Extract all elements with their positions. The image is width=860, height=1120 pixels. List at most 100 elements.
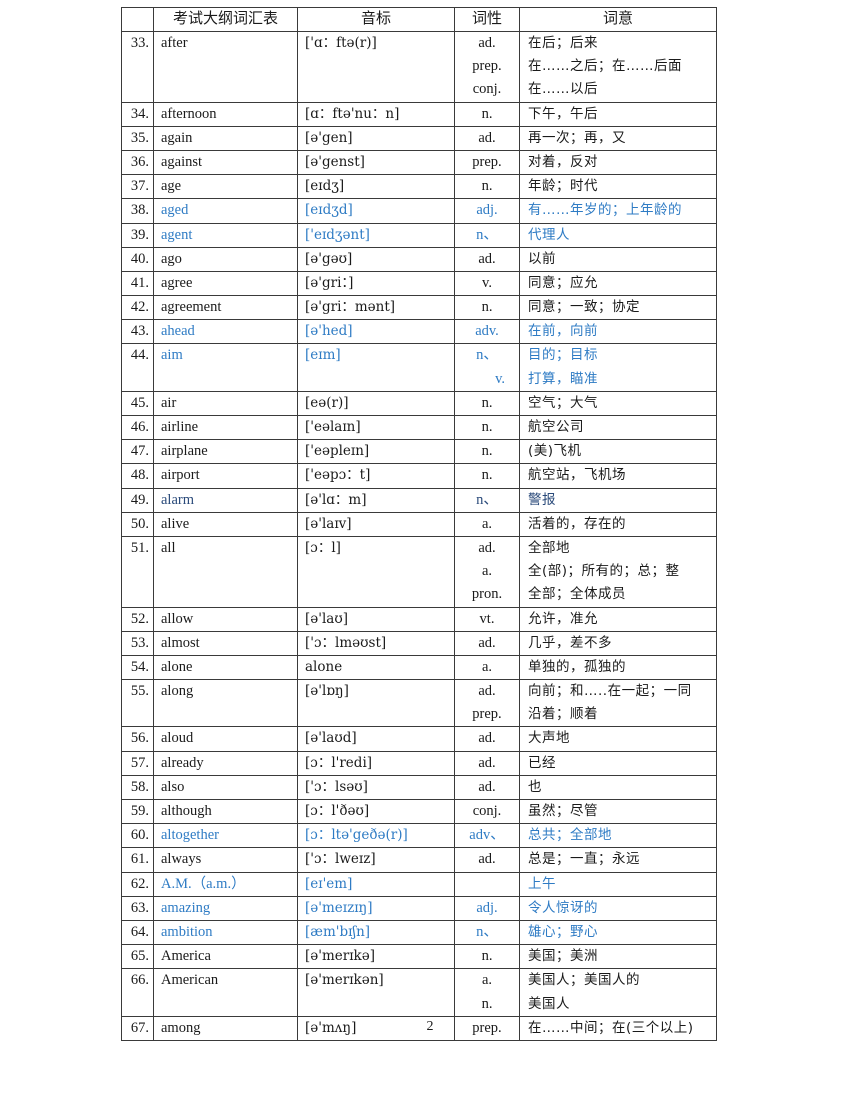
meaning-line: 打算，瞄准 [528,370,598,387]
vocab-word: also [153,774,298,801]
row-number-text: 38. [130,202,149,219]
row-number-text: 43. [130,323,149,340]
vocab-word: alive [153,511,298,537]
header-part-of-speech: 词性 [454,7,520,32]
row-number: 56. [121,726,154,752]
row-number: 52. [121,606,154,632]
row-number: 38. [121,198,154,224]
vocab-word: already [153,750,298,776]
table-row: 33. after ['ɑ：ftə(r)] ad. prep. conj. 在后；后来 在……… [121,31,717,103]
part-of-speech: ad. [454,847,520,873]
row-number: 37. [121,174,154,200]
part-of-speech-line: n、 [476,923,498,940]
vocab-word-text: A.M.（a.m.） [161,875,246,892]
phonetic: ['eəpɔ：t] [297,463,455,489]
part-of-speech: n. [454,101,520,127]
phonetic: [æm'bɪʃn] [297,919,455,946]
row-number-text: 61. [130,851,149,868]
table-body: 33. after ['ɑ：ftə(r)] ad. prep. conj. 在后；后来 在……… [121,31,717,1041]
table-row: 57. already [ɔ：l'redi] ad. 已经 [121,750,717,776]
vocab-word: always [153,847,298,873]
vocab-word-text: almost [161,634,200,651]
vocab-word: along [153,679,298,728]
table-row: 51. all [ɔ：l] ad. a. pron. 全部地 全(部)；所有的；总；整 全部；全… [121,535,717,608]
phonetic: [eɪm] [297,343,455,392]
meaning-line: 空气；大气 [528,394,598,411]
row-number: 43. [121,319,154,345]
meaning-line: 令人惊讶的 [528,899,598,916]
phonetic: ['ɑ：ftə(r)] [297,31,455,103]
phonetic: [ə'gəʊ] [297,246,455,272]
table-row: 46. airline ['eəlaɪn] n. 航空公司 [121,414,717,441]
meaning-line: 美国人 [528,995,570,1012]
phonetic-text: ['eəpleɪn] [305,443,370,460]
vocab-word-text: American [161,972,219,989]
meaning-line: 有……年岁的；上年龄的 [528,202,682,219]
phonetic: [ə'hed] [297,319,455,345]
meaning: 年龄；时代 [519,174,717,200]
row-number: 44. [121,343,154,392]
row-number: 42. [121,295,154,321]
meaning: 美国人；美国人的 美国人 [519,968,717,1017]
part-of-speech-line: ad. [478,250,496,267]
vocab-word-text: aged [161,202,189,219]
part-of-speech: ad. [454,726,520,752]
vocab-word-text: agent [161,226,193,243]
row-number-text: 56. [130,730,149,747]
row-number-text: 36. [130,153,149,170]
page-number: 2 [426,1019,434,1034]
part-of-speech-line: a. [481,563,493,580]
meaning-line: 总是；一直；永远 [528,851,640,868]
vocab-word-text: always [161,851,202,868]
vocab-word-text: after [161,35,188,51]
phonetic: [ə'gri：] [297,270,455,297]
phonetic-text: [eɪdʒd] [305,202,353,219]
vocab-word: air [153,390,298,417]
meaning-line: 对着，反对 [528,153,598,170]
phonetic: [ə'lɑ：m] [297,487,455,513]
vocab-word-text: altogether [161,827,219,844]
row-number: 66. [121,968,154,1017]
vocabulary-table: 考试大纲词汇表 音标 词性 词意 33. after ['ɑ：ftə(r)] ad. p… [121,7,717,1041]
meaning: 向前；和…..在一起；一同 沿着；顺着 [519,679,717,728]
table-row: 58. also ['ɔ：lsəʊ] ad. 也 [121,774,717,801]
vocab-word: airport [153,463,298,489]
part-of-speech-line: ad. [478,634,496,651]
row-number-text: 66. [130,972,149,989]
vocab-word: aim [153,343,298,392]
part-of-speech-line: n、 [476,491,498,508]
vocab-word: almost [153,630,298,656]
part-of-speech: ad. [454,125,520,151]
part-of-speech: conj. [454,798,520,825]
part-of-speech-line: v. [495,370,505,387]
meaning-line: 允许，准允 [528,610,598,627]
phonetic-text: [ɔ：ltə'geðə(r)] [305,827,408,844]
meaning-line: 沿着；顺着 [528,706,598,723]
part-of-speech-line: n. [481,394,493,411]
row-number-text: 44. [130,347,149,364]
phonetic: [ə'laʊ] [297,606,455,632]
vocab-word: agent [153,222,298,248]
table-row: 38. aged [eɪdʒd] adj. 有……年岁的；上年龄的 [121,198,717,224]
meaning: 航空公司 [519,414,717,441]
vocab-word-text: also [161,778,185,795]
part-of-speech: ad. prep. conj. [454,31,520,103]
part-of-speech-line: prep. [472,58,502,75]
vocab-word-text: America [161,948,211,965]
row-number-text: 54. [130,658,149,675]
meaning: 在后；后来 在……之后；在……后面 在……以后 [519,31,717,103]
meaning: 雄心；野心 [519,919,717,946]
phonetic: [eɪ'em] [297,871,455,897]
row-number: 45. [121,390,154,417]
part-of-speech-line: n. [481,178,493,195]
row-number-text: 62. [130,875,149,892]
part-of-speech: prep. [454,149,520,176]
part-of-speech-line: n、 [476,347,498,364]
row-number: 51. [121,535,154,608]
part-of-speech: ad. [454,774,520,801]
vocab-word-text: alarm [161,491,195,508]
row-number-text: 50. [130,515,149,532]
row-number-text: 48. [130,467,149,484]
row-number: 59. [121,798,154,825]
meaning-line: 航空公司 [528,419,584,435]
